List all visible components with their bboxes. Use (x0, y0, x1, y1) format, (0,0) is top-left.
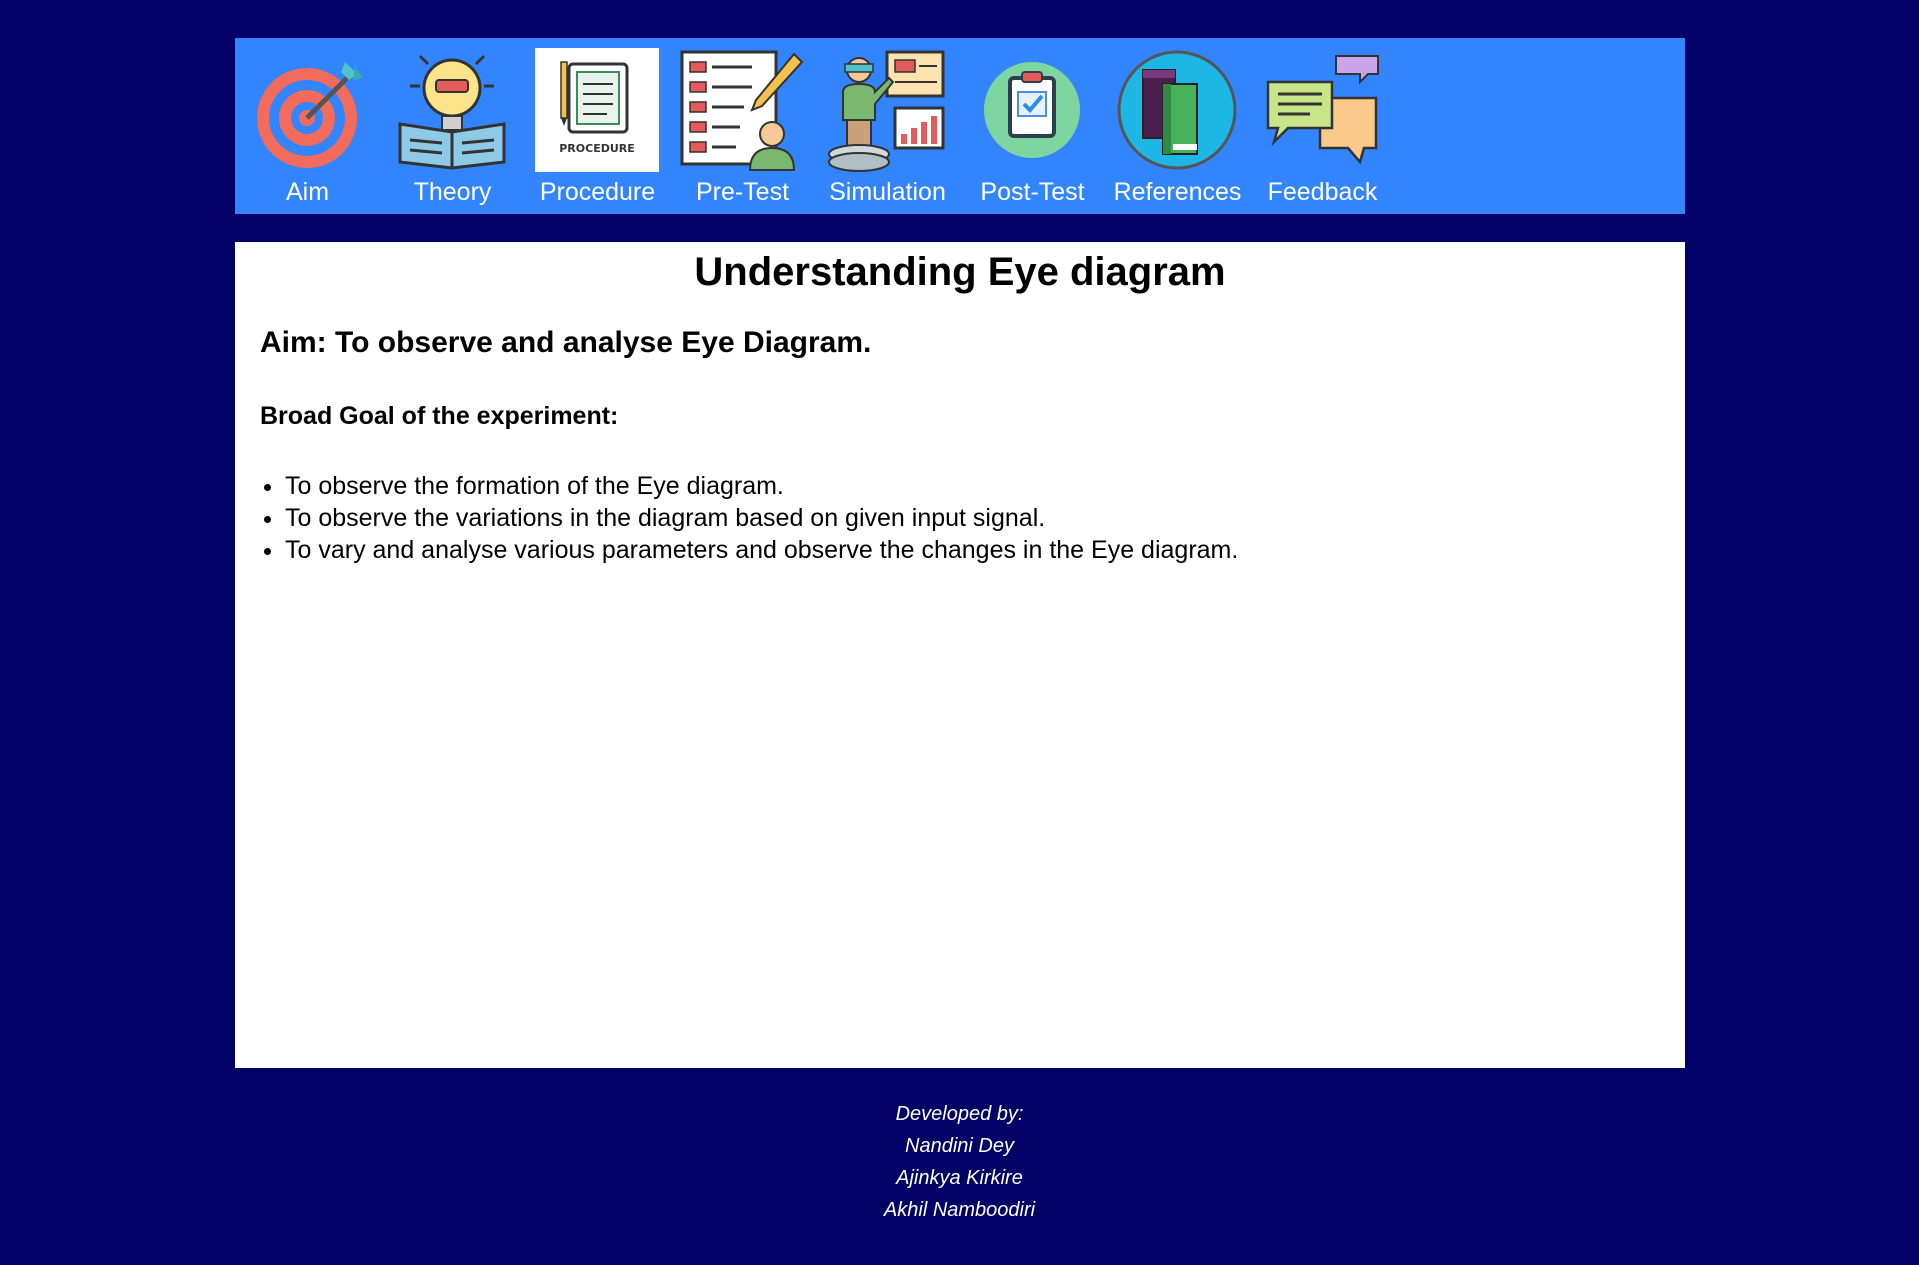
nav-item-theory[interactable]: Theory (380, 38, 525, 214)
svg-text:PROCEDURE: PROCEDURE (559, 142, 635, 155)
list-item: To observe the formation of the Eye diag… (285, 470, 1238, 502)
nav-label-references: References (1113, 178, 1242, 206)
nav-item-procedure[interactable]: PROCEDURE Procedure (525, 38, 670, 214)
page-title: Understanding Eye diagram (694, 250, 1226, 294)
list-item: To observe the variations in the diagram… (285, 502, 1238, 534)
nav-item-aim[interactable]: Aim (235, 38, 380, 214)
developer-name: Akhil Namboodiri (883, 1199, 1036, 1221)
footer: Developed by: Nandini Dey Ajinkya Kirkir… (0, 1098, 1919, 1226)
goal-list: To observe the formation of the Eye diag… (260, 470, 1238, 566)
nav-label-theory: Theory (413, 178, 492, 206)
nav-label-feedback: Feedback (1267, 178, 1378, 206)
clipboard-check-icon (970, 48, 1094, 172)
checklist-pencil-icon (680, 48, 804, 172)
nav-label-pre-test: Pre-Test (695, 178, 790, 206)
developer-name: Ajinkya Kirkire (896, 1167, 1023, 1189)
content-panel: Understanding Eye diagram Aim: To observ… (235, 242, 1685, 1068)
nav-bar: Aim Theory PROCEDURE Procedure Pre-Test … (235, 38, 1685, 214)
nav-item-pre-test[interactable]: Pre-Test (670, 38, 815, 214)
aim-heading: Aim: To observe and analyse Eye Diagram. (260, 326, 872, 359)
nav-label-procedure: Procedure (539, 178, 656, 206)
nav-label-aim: Aim (285, 178, 330, 206)
nav-item-references[interactable]: References (1105, 38, 1250, 214)
nav-item-feedback[interactable]: Feedback (1250, 38, 1395, 214)
list-item: To vary and analyse various parameters a… (285, 534, 1238, 566)
footer-heading: Developed by: (895, 1103, 1024, 1125)
lightbulb-book-icon (390, 48, 514, 172)
nav-label-simulation: Simulation (829, 178, 946, 206)
target-icon (245, 48, 369, 172)
procedure-document-icon: PROCEDURE (535, 48, 659, 172)
books-icon (1115, 48, 1239, 172)
presenter-chart-icon (825, 48, 949, 172)
chat-bubbles-icon (1260, 48, 1384, 172)
developer-name: Nandini Dey (905, 1135, 1014, 1157)
nav-label-post-test: Post-Test (980, 178, 1085, 206)
goal-heading: Broad Goal of the experiment: (260, 402, 619, 430)
nav-item-post-test[interactable]: Post-Test (960, 38, 1105, 214)
nav-item-simulation[interactable]: Simulation (815, 38, 960, 214)
